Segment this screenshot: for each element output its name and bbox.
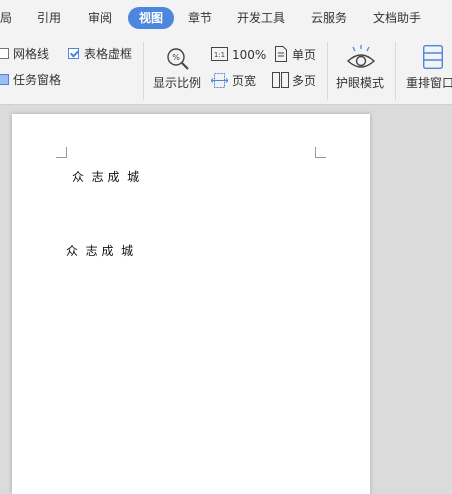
svg-text:%: %	[172, 53, 180, 62]
tab-cloud-services[interactable]: 云服务	[311, 10, 347, 26]
task-pane-checkbox-box[interactable]	[0, 74, 9, 85]
tab-view[interactable]: 视图	[128, 7, 175, 29]
document-text-line[interactable]: 众 志 成 城	[66, 242, 133, 259]
tab-review[interactable]: 审阅	[88, 10, 112, 26]
rearrange-window-icon	[423, 45, 443, 69]
task-pane-label: 任务窗格	[13, 73, 62, 87]
tab-chapter[interactable]: 章节	[188, 10, 212, 26]
ribbon-separator	[395, 42, 396, 100]
eye-icon	[346, 45, 376, 68]
zoom-label: 显示比例	[153, 76, 202, 90]
gridlines-label: 网格线	[13, 47, 50, 61]
zoom-icon: %	[167, 48, 189, 70]
document-page[interactable]: 众 志 成 城 众 志 成 城	[12, 114, 370, 494]
margin-corner-top-right	[315, 147, 326, 158]
svg-text:1:1: 1:1	[214, 51, 225, 59]
table-gridlines-label: 表格虚框	[84, 47, 133, 61]
tab-developer-tools[interactable]: 开发工具	[237, 10, 285, 26]
eye-mode-label: 护眼模式	[336, 76, 385, 90]
multi-page-icon	[272, 72, 289, 88]
single-page-icon	[275, 46, 287, 62]
tab-references[interactable]: 引用	[37, 10, 61, 26]
ribbon-separator	[143, 42, 144, 100]
multi-page-label: 多页	[292, 74, 317, 88]
tab-layout[interactable]: 局	[0, 10, 12, 26]
actual-size-icon: 1:1	[211, 47, 228, 61]
ribbon-separator	[327, 42, 328, 100]
margin-corner-top-left	[56, 147, 67, 158]
rearrange-window-label: 重排窗口	[406, 76, 452, 90]
page-width-label: 页宽	[232, 74, 257, 88]
single-page-label: 单页	[292, 48, 317, 62]
tab-document-assistant[interactable]: 文档助手	[373, 10, 421, 26]
zoom-100-label: 100%	[232, 48, 267, 62]
document-text-line[interactable]: 众 志 成 城	[72, 168, 139, 185]
table-gridlines-checkbox-box[interactable]	[68, 48, 79, 59]
view-ribbon: 网格线 表格虚框 任务窗格 % 显示比例 1:1 100% 页宽 单页 多页 护…	[0, 34, 452, 105]
ribbon-tab-bar: 局 引用 审阅 视图 章节 开发工具 云服务 文档助手	[0, 0, 452, 34]
gridlines-checkbox-box[interactable]	[0, 48, 9, 59]
page-width-icon	[211, 73, 228, 88]
